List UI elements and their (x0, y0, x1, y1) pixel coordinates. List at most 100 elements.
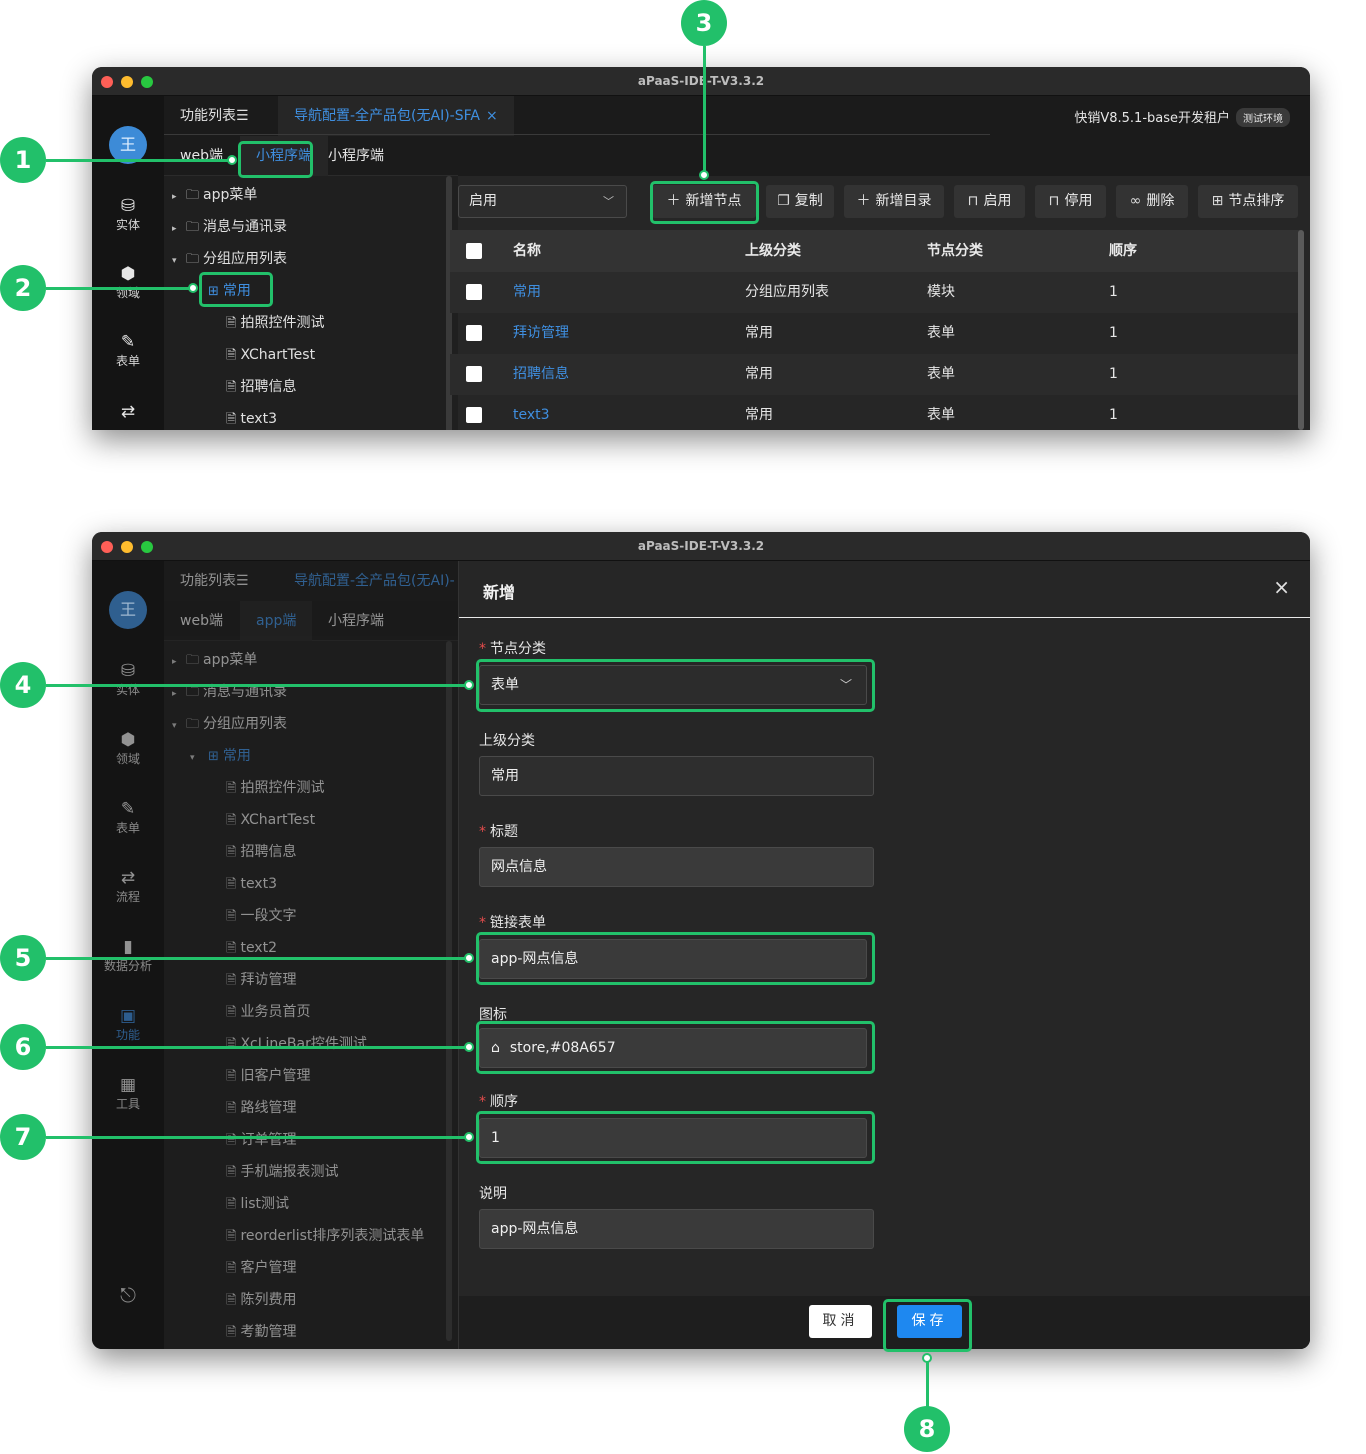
tree-node[interactable]: 🗎 招聘信息 (226, 836, 296, 868)
tree-node[interactable]: 🗎 拍照控件测试 (226, 772, 324, 804)
disable-button[interactable]: ⊓ 停用 (1035, 185, 1106, 218)
desc-field[interactable]: app-网点信息 (479, 1209, 874, 1249)
rail-item-entity[interactable]: ⛁ 实体 (92, 661, 164, 698)
tree-node-label: 招聘信息 (240, 844, 297, 860)
caret-right-icon[interactable]: ▸ (172, 181, 186, 213)
caret-right-icon[interactable]: ▸ (172, 678, 186, 710)
row-checkbox[interactable] (466, 284, 482, 300)
sort-nodes-button[interactable]: ⊞ 节点排序 (1198, 185, 1298, 218)
tab-miniprogram[interactable]: 小程序端 (312, 601, 400, 641)
parent-label: 上级分类 (479, 733, 535, 749)
title-field[interactable]: 网点信息 (479, 847, 874, 887)
tree-node-label: 拜访管理 (240, 972, 297, 988)
tree-node[interactable]: 🗎 XcLineBar控件测试 (226, 1028, 367, 1060)
select-all-checkbox[interactable] (466, 243, 482, 259)
table-row[interactable]: 拜访管理 常用 表单 1 (450, 313, 1300, 354)
cell-name[interactable]: text3 (513, 395, 550, 430)
parent-field[interactable]: 常用 (479, 756, 874, 796)
button-label: 新增目录 (875, 193, 932, 209)
tree-node[interactable]: 🗎 旧客户管理 (226, 1060, 310, 1092)
plus-icon: ＋ (856, 193, 871, 209)
rail-item-analytics[interactable]: ▮ 数据分析 (92, 937, 164, 974)
tree-node[interactable]: ▾ ⊞ 常用 (190, 740, 251, 772)
row-checkbox[interactable] (466, 407, 482, 423)
tree-node[interactable]: 🗎 text3 (226, 868, 277, 900)
tab-miniprogram[interactable]: 小程序端 (312, 136, 400, 176)
rail-item-entity[interactable]: ⛁ 实体 (92, 196, 164, 233)
rail-label: 流程 (115, 890, 140, 904)
form-icon: ✎ (120, 332, 136, 352)
tree-node[interactable]: 🗎 陈列费用 (226, 1284, 296, 1316)
tree-node[interactable]: 🗎 拜访管理 (226, 964, 296, 996)
callout-line-5 (46, 957, 470, 960)
cancel-button[interactable]: 取消 (809, 1305, 872, 1338)
tree-node[interactable]: 🗎 XChartTest (226, 339, 315, 371)
copy-button[interactable]: ❐ 复制 (766, 185, 834, 218)
status-select[interactable]: 启用 ﹀ (458, 185, 627, 218)
row-checkbox[interactable] (466, 325, 482, 341)
rail-item-tools[interactable]: ▦ 工具 (92, 1075, 164, 1112)
rail-item-function[interactable]: ▣ 功能 (92, 1006, 164, 1043)
rail-item-form[interactable]: ✎ 表单 (92, 799, 164, 836)
table-row[interactable]: 常用 分组应用列表 模块 1 (450, 272, 1300, 313)
tree-node[interactable]: 🗎 一段文字 (226, 900, 296, 932)
rail-item-domain[interactable]: ⬢ 领域 (92, 730, 164, 767)
caret-down-icon[interactable]: ▾ (172, 245, 186, 277)
tree-node[interactable]: 🗎 业务员首页 (226, 996, 310, 1028)
tree-node[interactable]: ▾ 🗀 分组应用列表 (172, 708, 287, 740)
tree-node[interactable]: ▸ 🗀 app菜单 (172, 179, 257, 211)
callout-pin (699, 170, 709, 180)
table-row[interactable]: 招聘信息 常用 表单 1 (450, 354, 1300, 395)
tab-function-list[interactable]: 功能列表☰ (164, 96, 265, 136)
caret-right-icon[interactable]: ▸ (172, 646, 186, 678)
cell-name[interactable]: 拜访管理 (513, 313, 569, 354)
highlight-order (476, 1111, 875, 1164)
tree-node-label: list测试 (240, 1196, 290, 1212)
tree-node[interactable]: 🗎 订单管理 (226, 1124, 296, 1156)
rail-item-domain[interactable]: ⬢ 领域 (92, 264, 164, 301)
caret-down-icon[interactable]: ▾ (190, 742, 208, 774)
tree-node[interactable]: 🗎 考勤管理 (226, 1316, 296, 1348)
tab-nav-config[interactable]: 导航配置-全产品包(无AI)- (278, 561, 471, 601)
cell-name[interactable]: 常用 (513, 272, 541, 313)
tree-node[interactable]: 🗎 reorderlist排序列表测试表单 (226, 1220, 424, 1252)
tab-function-list[interactable]: 功能列表☰ (164, 561, 265, 601)
close-icon[interactable]: × (486, 108, 498, 124)
table-row[interactable]: text3 常用 表单 1 (450, 395, 1300, 430)
rail-item-flow[interactable]: ⇄ (92, 402, 164, 422)
tab-app[interactable]: app端 (240, 601, 313, 641)
caret-down-icon[interactable]: ▾ (172, 710, 186, 742)
rail-item-flow[interactable]: ⇄ 流程 (92, 868, 164, 905)
callout-4: 4 (0, 662, 46, 708)
tree-node[interactable]: ▾ 🗀 分组应用列表 (172, 243, 287, 275)
tree-node[interactable]: 🗎 拍照控件测试 (226, 307, 324, 339)
tree-node-label: 一段文字 (240, 908, 297, 924)
tree-node[interactable]: 🗎 text3 (226, 403, 277, 430)
tree-node[interactable]: 🗎 路线管理 (226, 1092, 296, 1124)
tree-node[interactable]: ▸ 🗀 app菜单 (172, 644, 257, 676)
row-checkbox[interactable] (466, 366, 482, 382)
tree-node[interactable]: 🗎 招聘信息 (226, 371, 296, 403)
avatar[interactable]: 王 (109, 591, 147, 629)
tree-node[interactable]: 🗎 list测试 (226, 1188, 289, 1220)
tree-node[interactable]: ▸ 🗀 消息与通讯录 (172, 211, 287, 243)
caret-right-icon[interactable]: ▸ (172, 213, 186, 245)
callout-pin (227, 155, 237, 165)
tree-node[interactable]: 🗎 客户管理 (226, 1252, 296, 1284)
tree-node[interactable]: ▸ 🗀 消息与通讯录 (172, 676, 287, 708)
enable-button[interactable]: ⊓ 启用 (954, 185, 1025, 218)
table-scrollbar[interactable] (1298, 230, 1304, 430)
tree-node[interactable]: 🗎 手机端报表测试 (226, 1156, 338, 1188)
delete-button[interactable]: ∞ 删除 (1116, 185, 1188, 218)
file-icon: 🗎 (226, 845, 237, 860)
add-directory-button[interactable]: ＋新增目录 (844, 185, 944, 218)
tab-web[interactable]: web端 (164, 601, 239, 641)
cell-name[interactable]: 招聘信息 (513, 354, 569, 395)
logout-icon[interactable]: ⎋ (92, 1283, 164, 1307)
tree-node[interactable]: 🗎 XChartTest (226, 804, 315, 836)
close-icon[interactable]: × (1273, 575, 1290, 599)
callout-pin (464, 953, 474, 963)
tree-scrollbar[interactable] (446, 641, 452, 1341)
rail-item-form[interactable]: ✎ 表单 (92, 332, 164, 369)
tab-nav-config[interactable]: 导航配置-全产品包(无AI)-SFA × (278, 96, 514, 136)
